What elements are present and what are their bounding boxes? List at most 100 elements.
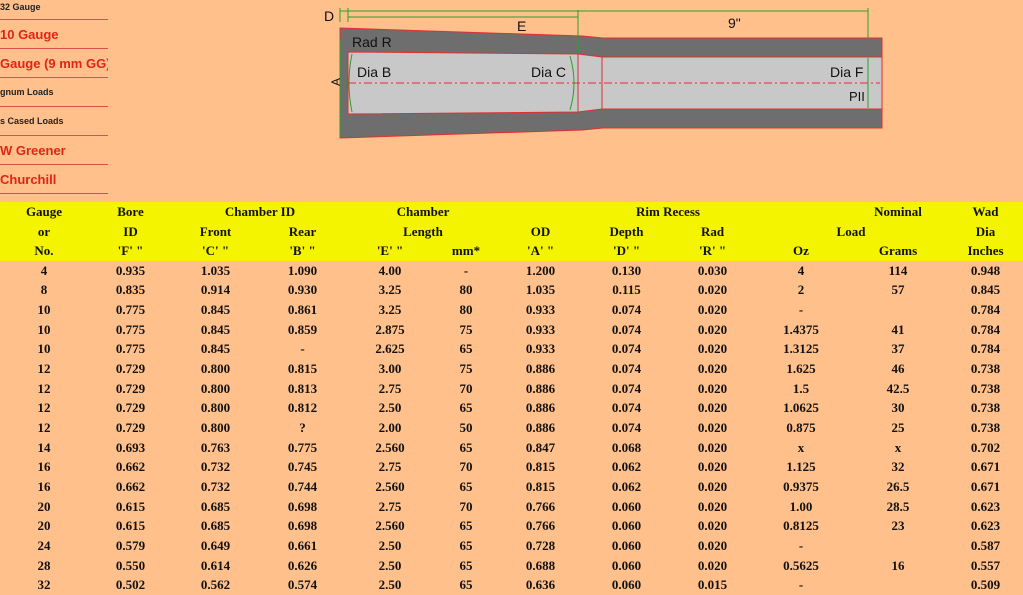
nav-link-greener[interactable]: W Greener [0, 136, 108, 165]
header-a-unit: 'A' " [526, 243, 555, 259]
table-cell: 4 [40, 262, 48, 278]
table-cell: x [797, 439, 805, 455]
table-cell: 32 [37, 577, 51, 593]
table-row: 10 0.775 0.845 - 2.625 65 0.933 0.074 0.020 1.312… [0, 339, 1023, 359]
nav-link-9mm-gauge[interactable]: Gauge (9 mm GG) [0, 49, 108, 78]
table-cell: 0.813 [287, 380, 318, 396]
table-cell: 0.574 [287, 577, 318, 593]
table-header-row-3: No. 'F' " 'C' " 'B' " 'E' " mm* 'A' " 'D… [0, 241, 1023, 261]
table-cell: 0.847 [525, 439, 556, 455]
table-cell: 0.784 [970, 321, 1001, 337]
header-nominal: Nominal [874, 204, 922, 220]
table-cell: 0.074 [611, 321, 642, 337]
table-cell: 0.698 [287, 498, 318, 514]
header-length: Length [403, 223, 443, 239]
table-cell: 50 [459, 420, 473, 436]
table-cell: 0.766 [525, 518, 556, 534]
table-cell: 2 [797, 282, 805, 298]
table-cell: 0.562 [200, 577, 231, 593]
table-cell: 0.074 [611, 341, 642, 357]
table-cell: 0.060 [611, 538, 642, 554]
table-cell: 0.933 [525, 341, 556, 357]
table-cell: 65 [459, 341, 473, 357]
header-mm-unit: mm* [451, 243, 481, 259]
header-chamber: Chamber [396, 204, 450, 220]
nav-link-magnum-loads[interactable]: gnum Loads [0, 78, 108, 107]
table-cell: 0.775 [115, 341, 146, 357]
table-cell: 0.661 [287, 538, 318, 554]
table-cell: 0.020 [697, 498, 728, 514]
table-cell: 10 [37, 302, 51, 318]
table-cell: 0.744 [287, 479, 318, 495]
table-cell: 0.020 [697, 557, 728, 573]
table-cell: ? [299, 420, 306, 436]
table-cell: 0.550 [115, 557, 146, 573]
table-cell: 0.502 [115, 577, 146, 593]
table-header-row-2: or ID Front Rear Length OD Depth Rad Loa… [0, 221, 1023, 241]
nav-link-cased-loads[interactable]: s Cased Loads [0, 107, 108, 136]
table-cell: 0.738 [970, 380, 1001, 396]
table-cell: 1.5 [792, 380, 810, 396]
table-cell: 0.062 [611, 479, 642, 495]
header-rim-recess: Rim Recess [636, 204, 700, 220]
table-row: 12 0.729 0.800? 2.00 50 0.886 0.074 0.020 0.875 2… [0, 417, 1023, 438]
table-cell: 0.948 [970, 262, 1001, 278]
table-cell: 0.9375 [783, 479, 819, 495]
table-cell: 75 [459, 321, 473, 337]
table-cell: 0.861 [287, 302, 318, 318]
table-cell: 2.00 [378, 420, 402, 436]
table-cell: 0.020 [697, 302, 728, 318]
header-blank-od [499, 202, 582, 222]
table-cell: - [798, 302, 804, 318]
table-cell: 0.800 [200, 380, 231, 396]
label-rad-r: Rad R [352, 34, 392, 50]
table-cell: 0.835 [115, 282, 146, 298]
nav-link-churchill[interactable]: Churchill [0, 165, 108, 194]
table-cell: 0.060 [611, 498, 642, 514]
nav-link-10-gauge[interactable]: 10 Gauge [0, 20, 108, 49]
table-cell: 0.062 [611, 459, 642, 475]
table-cell: 14 [37, 439, 51, 455]
table-cell: 0.020 [697, 400, 728, 416]
nav-link-32-gauge[interactable]: 32 Gauge [0, 0, 108, 20]
table-cell: 0.662 [115, 479, 146, 495]
table-cell: 2.875 [375, 321, 405, 337]
table-cell: 65 [459, 439, 473, 455]
table-cell: 1.035 [525, 282, 556, 298]
header-blank-oz [754, 202, 848, 222]
table-cell: 0.068 [611, 439, 642, 455]
table-row: 24 0.579 0.649 0.661 2.50 65 0.728 0.060 0.020 - 0… [0, 535, 1023, 556]
table-cell: 16 [891, 557, 905, 573]
header-d-unit: 'D' " [612, 243, 641, 259]
table-row: 12 0.729 0.800 0.813 2.75 70 0.886 0.074 0.020 1.… [0, 378, 1023, 399]
table-cell: 0.886 [525, 361, 556, 377]
header-chamber-id: Chamber ID [224, 204, 296, 220]
table-cell: 0.698 [287, 518, 318, 534]
table-cell: 20 [37, 518, 51, 534]
table-row: 10 0.775 0.845 0.861 3.25 80 0.933 0.074 0.020 - 0… [0, 299, 1023, 320]
label-d: D [324, 8, 334, 24]
table-cell: 37 [891, 341, 905, 357]
table-cell: 46 [891, 361, 905, 377]
table-cell: 0.914 [200, 282, 231, 298]
table-cell: 0.579 [115, 538, 146, 554]
table-cell: 12 [37, 361, 51, 377]
table-cell: 0.693 [115, 439, 146, 455]
table-cell: 0.615 [115, 518, 146, 534]
table-row: 32 0.502 0.562 0.574 2.50 65 0.636 0.060 0.015 - 0… [0, 575, 1023, 595]
table-cell: 65 [459, 400, 473, 416]
table-cell: 0.685 [200, 498, 231, 514]
table-cell: - [798, 577, 804, 593]
table-row: 8 0.835 0.914 0.930 3.25 80 1.035 0.115 0.020 2 57… [0, 280, 1023, 300]
table-cell: 2.50 [378, 577, 402, 593]
table-cell: 0.020 [697, 479, 728, 495]
table-cell: 4.00 [378, 262, 402, 278]
table-cell: 0.074 [611, 380, 642, 396]
table-cell: 0.020 [697, 282, 728, 298]
table-cell: 0.886 [525, 380, 556, 396]
table-cell: 1.090 [287, 262, 318, 278]
header-grams-unit: Grams [878, 243, 918, 259]
table-cell: 0.729 [115, 380, 146, 396]
table-cell: 0.671 [970, 459, 1001, 475]
table-cell [848, 536, 948, 556]
